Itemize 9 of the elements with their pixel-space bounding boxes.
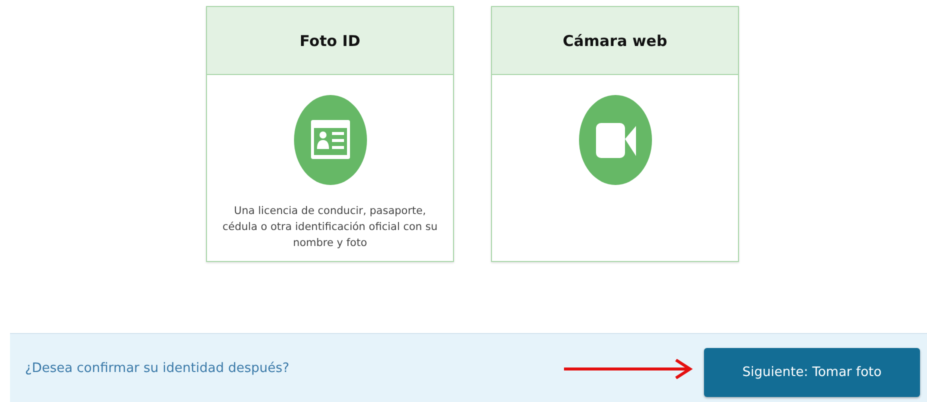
card-title: Cámara web bbox=[562, 32, 668, 50]
id-card-icon bbox=[294, 95, 366, 185]
next-button[interactable]: Siguiente: Tomar foto bbox=[704, 348, 920, 397]
card-title: Foto ID bbox=[300, 32, 360, 50]
option-card[interactable]: Cámara web bbox=[491, 6, 739, 262]
option-card[interactable]: Foto ID Una licencia de conducir, pasaporte, cédula o otra identificación oficial con su nombre y foto bbox=[206, 6, 454, 262]
card-description: Una licencia de conducir, pasaporte, cédula o otra identificación oficial con su nombre y foto bbox=[221, 204, 439, 251]
video-camera-icon bbox=[578, 95, 652, 185]
confirm-later-link[interactable]: ¿Desea confirmar su identidad después? bbox=[25, 361, 564, 376]
